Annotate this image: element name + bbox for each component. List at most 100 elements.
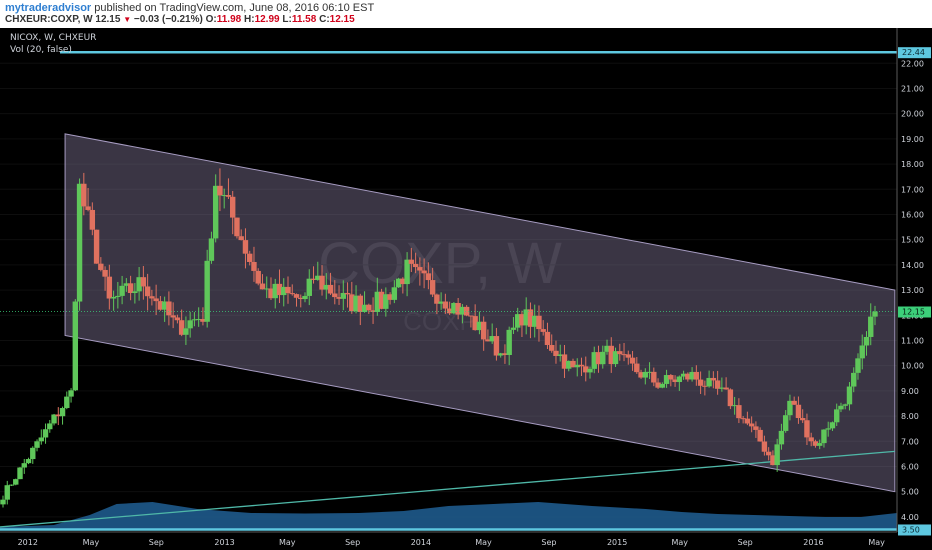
candle-body [293, 294, 300, 298]
candle-body [634, 363, 640, 373]
low-value: 11.58 [291, 14, 317, 25]
price-tick-label: 7.00 [901, 437, 919, 446]
candle-body [757, 429, 763, 442]
symbol-name: CHXEUR:COXP, W [5, 14, 93, 25]
candle-body [289, 293, 295, 295]
candle-body [617, 351, 623, 355]
candle-body [791, 400, 797, 405]
price-change: −0.03 (−0.21%) [133, 14, 203, 25]
candle-body [59, 408, 66, 417]
candle-body [81, 183, 87, 207]
price-tick-label: 20.00 [901, 110, 924, 119]
symbol-ohlc-line: CHXEUR:COXP, W 12.15 ▼ −0.03 (−0.21%) O:… [5, 14, 355, 25]
candle-body [166, 301, 172, 316]
time-tick-label: 2014 [411, 538, 431, 547]
price-tick-label: 6.00 [901, 462, 919, 471]
high-label: H: [244, 14, 255, 25]
candle-body [183, 328, 189, 335]
candle-body [174, 317, 181, 321]
candle [13, 478, 19, 486]
price-tick-label: 19.00 [901, 135, 924, 144]
candle-body [421, 270, 427, 274]
candle-body [676, 376, 683, 383]
candle-body [540, 329, 546, 332]
time-tick-label: Sep [738, 538, 753, 547]
open-label: O: [205, 14, 217, 25]
candle-body [429, 280, 436, 295]
candle-body [723, 387, 729, 390]
candle-body [829, 422, 836, 429]
candle-body [255, 270, 261, 284]
candle-body [85, 206, 91, 210]
candle-body [765, 451, 772, 456]
candle-body [306, 278, 312, 296]
candle-body [285, 286, 291, 294]
candle-body [774, 444, 780, 466]
candle-body [727, 389, 734, 407]
candle-body [753, 426, 759, 430]
candle-body [417, 267, 423, 271]
close-value: 12.15 [329, 14, 355, 25]
candle-body [34, 441, 40, 448]
price-tick-label: 22.00 [901, 59, 924, 68]
close-label: C: [319, 14, 330, 25]
candle-body [761, 441, 768, 452]
time-tick-label: 2012 [18, 538, 38, 547]
candle-body [25, 459, 32, 464]
candle-body [697, 379, 704, 386]
candle-body [587, 368, 593, 373]
publisher-line: mytraderadvisor published on TradingView… [5, 2, 374, 14]
high-value: 12.99 [254, 14, 280, 25]
time-tick-label: 2013 [214, 538, 234, 547]
candle-body [412, 263, 419, 268]
candle-body [225, 195, 232, 197]
time-tick-label: 2015 [607, 538, 627, 547]
price-tick-label: 10.00 [901, 362, 924, 371]
candle-body [549, 345, 555, 351]
candle-body [132, 291, 138, 294]
candle-body [17, 467, 23, 480]
candle-body [64, 396, 70, 409]
candle-body [838, 405, 844, 410]
price-tick-label: 18.00 [901, 160, 924, 169]
price-tick-label: 9.00 [901, 387, 919, 396]
candle-body [834, 409, 840, 423]
candle [204, 249, 210, 328]
price-tick-label: 21.00 [901, 84, 924, 93]
candle [72, 299, 79, 392]
last-price: 12.15 [95, 14, 121, 25]
candle-body [736, 405, 742, 419]
candle-body [625, 354, 631, 358]
candle-body [872, 311, 878, 317]
price-tick-label: 17.00 [901, 185, 924, 194]
candle-body [510, 327, 517, 330]
candle-body [247, 253, 253, 262]
candle-body [600, 351, 606, 365]
candle-body [187, 320, 193, 329]
candle-body [804, 420, 810, 438]
volume-indicator-label: Vol (20, false) [10, 45, 72, 55]
candle-body [93, 229, 100, 264]
price-chart[interactable]: COXP, W COXP 4.005.006.007.008.009.0010.… [0, 28, 932, 550]
candle-body [238, 236, 244, 241]
candle-body [842, 404, 848, 406]
candle-body [302, 295, 308, 300]
candle-body [140, 277, 147, 287]
candle-body [153, 298, 159, 302]
candle-body [217, 185, 223, 196]
down-arrow-icon: ▼ [123, 15, 132, 24]
candle-body [851, 372, 857, 387]
candle-body [208, 238, 215, 261]
author-link[interactable]: mytraderadvisor [5, 2, 91, 14]
candle-body [808, 437, 814, 442]
candle-body [21, 463, 27, 468]
price-tick-label: 13.00 [901, 286, 924, 295]
candle-body [408, 259, 415, 264]
time-tick-label: Sep [345, 538, 360, 547]
candle-body [651, 371, 657, 383]
candle-body [782, 415, 789, 431]
candle-body [170, 315, 176, 318]
candle-body [859, 345, 865, 359]
candle-body [799, 418, 806, 421]
candle-body [795, 404, 802, 419]
